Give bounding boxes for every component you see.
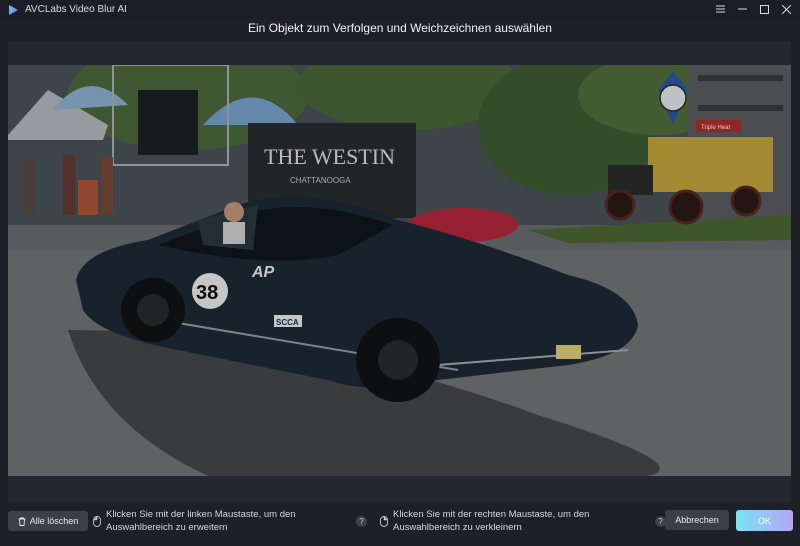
maximize-icon[interactable] bbox=[758, 2, 770, 16]
clear-all-button[interactable]: Alle löschen bbox=[8, 511, 88, 531]
bottom-toolbar: Alle löschen Klicken Sie mit der linken … bbox=[0, 505, 800, 546]
clear-all-label: Alle löschen bbox=[29, 516, 79, 526]
window-controls bbox=[714, 2, 792, 16]
close-icon[interactable] bbox=[780, 2, 792, 16]
cancel-button[interactable]: Abbrechen bbox=[665, 510, 729, 530]
minimize-icon[interactable] bbox=[736, 2, 748, 16]
left-mouse-icon bbox=[93, 516, 101, 527]
title-bar: AVCLabs Video Blur AI bbox=[0, 0, 800, 20]
video-preview[interactable]: THE WESTIN CHATTANOOGA Triple Heat 38 AP… bbox=[8, 65, 791, 476]
trash-icon bbox=[18, 517, 26, 526]
app-title: AVCLabs Video Blur AI bbox=[25, 4, 127, 15]
video-scene: THE WESTIN CHATTANOOGA Triple Heat 38 AP… bbox=[8, 65, 791, 476]
video-frame: THE WESTIN CHATTANOOGA Triple Heat 38 AP… bbox=[8, 41, 791, 502]
ok-button[interactable]: OK bbox=[736, 510, 793, 531]
menu-icon[interactable] bbox=[714, 2, 726, 16]
dialog-title: Ein Objekt zum Verfolgen und Weichzeichn… bbox=[248, 21, 552, 35]
app-logo-icon bbox=[9, 5, 18, 15]
help-left-icon[interactable]: ? bbox=[356, 516, 367, 527]
hint-right-click: Klicken Sie mit der rechten Maustaste, u… bbox=[393, 509, 590, 533]
right-mouse-icon bbox=[380, 516, 388, 527]
hint-left-click: Klicken Sie mit der linken Maustaste, um… bbox=[106, 509, 296, 533]
